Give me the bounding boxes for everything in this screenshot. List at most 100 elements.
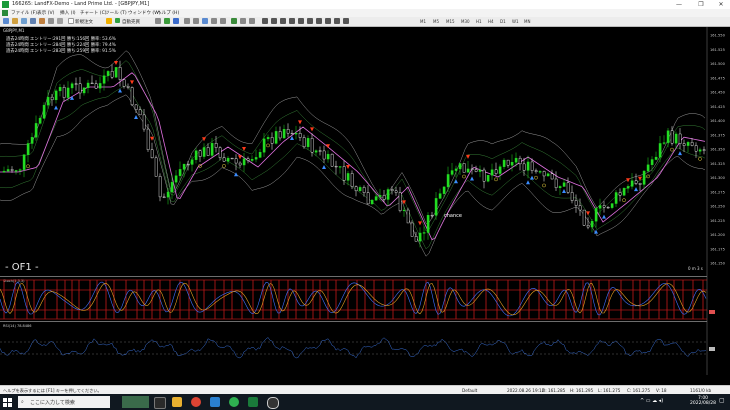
timeframe-m15[interactable]: M15: [446, 19, 455, 24]
app-icon-extra[interactable]: [267, 397, 279, 409]
price-tick-label: 161.400: [710, 119, 726, 123]
new-order-icon[interactable]: [68, 18, 74, 24]
subwindow-1-label: Stoch(5,3,3): [3, 279, 25, 283]
taskbar-clock[interactable]: 7:00 2022/08/28: [690, 396, 716, 406]
candle-body: [570, 192, 574, 201]
candle-body: [270, 137, 274, 144]
search-placeholder: ここに入力して検索: [30, 400, 75, 406]
chrome-icon[interactable]: [191, 397, 201, 407]
profiles-icon[interactable]: [12, 18, 18, 24]
timeframe-m5[interactable]: M5: [433, 19, 439, 24]
trendline-icon[interactable]: [298, 18, 304, 24]
candle-body: [118, 67, 122, 80]
metaeditor-icon[interactable]: [106, 18, 112, 24]
status-profile[interactable]: Default: [462, 388, 477, 393]
minimize-button[interactable]: —: [672, 0, 686, 9]
auto-trading-icon[interactable]: [115, 18, 120, 23]
metatrader-icon[interactable]: [248, 397, 258, 407]
data-window-icon[interactable]: [30, 18, 36, 24]
line-app-icon[interactable]: [229, 397, 239, 407]
vertical-line-icon[interactable]: [280, 18, 286, 24]
candle-body: [274, 131, 278, 144]
weather-widget-icon[interactable]: [122, 396, 149, 408]
timeframe-h4[interactable]: H4: [488, 19, 494, 24]
timeframe-m1[interactable]: M1: [420, 19, 426, 24]
menu-tools[interactable]: ツール (T): [105, 10, 127, 16]
autoscroll-icon[interactable]: [211, 18, 217, 24]
stats-line-3: 過去24時間 エントリー:283回 勝ち:259回 勝率: 91.5%: [6, 47, 116, 54]
maximize-button[interactable]: ❐: [694, 0, 708, 9]
horizontal-line-icon[interactable]: [289, 18, 295, 24]
sell-arrow: [346, 164, 350, 169]
text-tool-icon[interactable]: [325, 18, 331, 24]
market-watch-icon[interactable]: [21, 18, 27, 24]
strategy-tester-icon[interactable]: [57, 18, 63, 24]
candle-body: [150, 149, 154, 159]
candle-body: [158, 176, 162, 198]
tile-windows-icon[interactable]: [202, 18, 208, 24]
price-tick-label: 161.525: [710, 48, 725, 52]
crosshair-icon[interactable]: [271, 18, 277, 24]
candle-body: [478, 169, 482, 172]
timeframe-m30[interactable]: M30: [461, 19, 470, 24]
taskbar-search[interactable]: ⌕ ここに入力して検索: [18, 396, 110, 408]
chart-shift-icon[interactable]: [220, 18, 226, 24]
candle-body: [94, 83, 98, 89]
signal-circle: [542, 183, 546, 188]
periods-icon[interactable]: [240, 18, 246, 24]
new-order-button[interactable]: 新規注文: [75, 19, 93, 25]
arrows-icon[interactable]: [343, 18, 349, 24]
menu-view[interactable]: 表示 (V): [37, 10, 54, 16]
candle-body: [206, 147, 210, 156]
fibonacci-icon[interactable]: [316, 18, 322, 24]
indicators-icon[interactable]: [231, 18, 237, 24]
terminal-icon[interactable]: [48, 18, 54, 24]
status-high: H: 161.295: [570, 387, 594, 393]
candle-body: [402, 209, 406, 212]
candle-body: [170, 181, 174, 193]
sell-arrow: [586, 211, 590, 216]
sell-arrow: [466, 154, 470, 159]
zoom-out-icon[interactable]: [193, 18, 199, 24]
timeframe-w1[interactable]: W1: [512, 19, 519, 24]
new-chart-icon[interactable]: [3, 18, 9, 24]
channel-icon[interactable]: [307, 18, 313, 24]
candlesticks: [2, 60, 706, 248]
navigator-icon[interactable]: [39, 18, 45, 24]
candlestick-icon[interactable]: [164, 18, 170, 24]
zoom-in-icon[interactable]: [184, 18, 190, 24]
candle-body: [526, 161, 530, 171]
menu-window[interactable]: ウィンドウ (W): [128, 10, 161, 16]
bar-chart-icon[interactable]: [155, 18, 161, 24]
task-view-icon[interactable]: [154, 397, 166, 409]
candle-body: [254, 157, 258, 160]
templates-icon[interactable]: [249, 18, 255, 24]
start-button[interactable]: [3, 398, 12, 407]
timeframe-h1[interactable]: H1: [476, 19, 482, 24]
candle-body: [434, 198, 438, 216]
system-tray-icons[interactable]: ^ ▭ ☁ ◂): [640, 398, 663, 404]
candle-body: [290, 132, 294, 135]
stats-line-2: 過去24時間 エントリー:284回 勝ち:224回 勝率: 79.4%: [6, 41, 116, 48]
cursor-icon[interactable]: [262, 18, 268, 24]
menu-file[interactable]: ファイル (F): [11, 10, 37, 16]
line-chart-icon[interactable]: [173, 18, 179, 24]
inner-upper-band: [0, 60, 706, 232]
close-button[interactable]: ✕: [714, 0, 728, 9]
menu-chart[interactable]: チャート (C): [80, 10, 107, 16]
menu-insert[interactable]: 挿入 (I): [60, 10, 76, 16]
file-explorer-icon[interactable]: [172, 397, 182, 407]
candle-body: [238, 162, 242, 166]
notification-icon[interactable]: ▢: [719, 397, 726, 406]
outlook-icon[interactable]: [210, 397, 220, 407]
candle-body: [602, 205, 606, 208]
status-low: L: 161.275: [598, 387, 621, 393]
upper-band: [0, 50, 706, 224]
chart-window[interactable]: GBPJPY,M1 過去24時間 エントリー:291回 勝ち:156回 勝率: …: [0, 27, 730, 384]
timeframe-mn[interactable]: MN: [524, 19, 530, 24]
auto-trading-button[interactable]: 自動売買: [122, 19, 140, 25]
timeframe-d1[interactable]: D1: [500, 19, 506, 24]
menu-help[interactable]: ヘルプ (H): [157, 10, 179, 16]
candle-body: [346, 173, 350, 181]
label-tool-icon[interactable]: [334, 18, 340, 24]
